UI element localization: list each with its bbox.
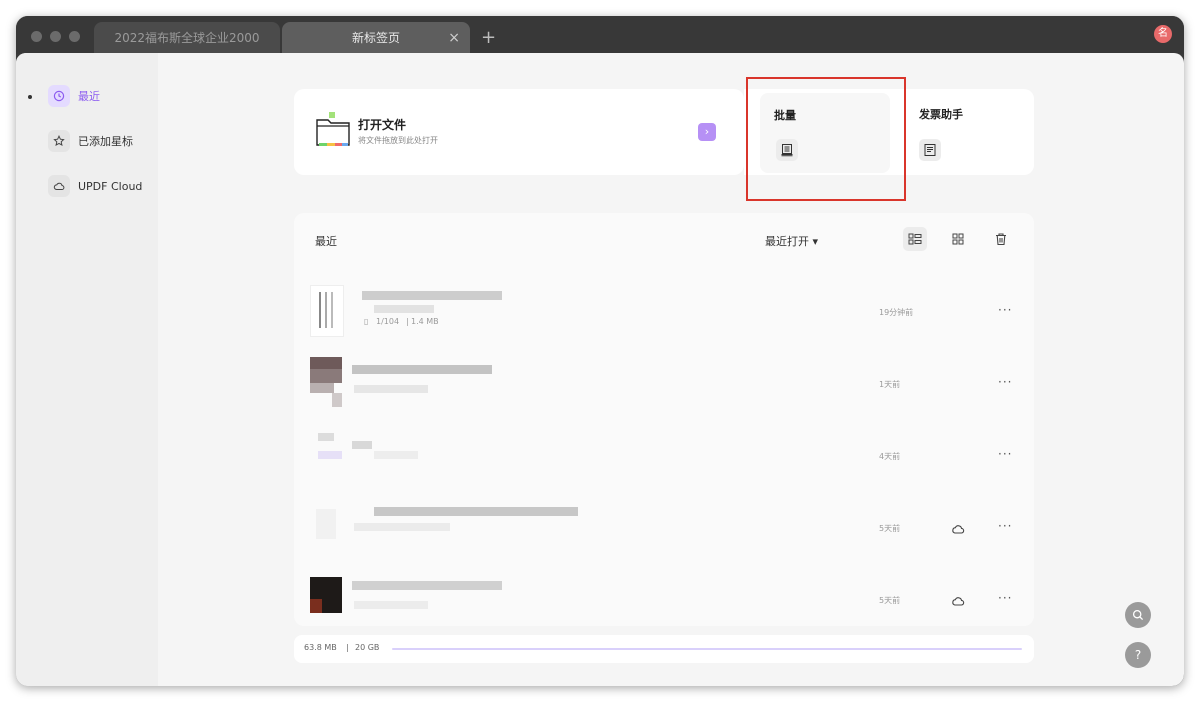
file-path-redacted <box>354 601 428 609</box>
recent-section-title: 最近 <box>315 235 337 248</box>
open-file-subtitle: 将文件拖放到此处打开 <box>358 136 438 145</box>
sort-dropdown[interactable]: 最近打开 ▾ <box>765 233 818 249</box>
storage-usage-bar: 63.8 MB | 20 GB <box>294 635 1034 663</box>
list-item[interactable]: 1天前 ··· <box>294 357 1034 429</box>
file-name-redacted <box>352 441 372 449</box>
close-window-button[interactable] <box>31 31 42 42</box>
storage-progress <box>392 648 1022 650</box>
more-options-button[interactable]: ··· <box>998 591 1012 605</box>
recent-files-panel: 最近 最近打开 ▾ ▯ 1/104 | 1.4 MB 19分钟前 ··· 1天前… <box>294 213 1034 626</box>
sidebar: 最近 已添加星标 UPDF Cloud <box>16 53 158 686</box>
sidebar-item-label: 已添加星标 <box>78 135 133 148</box>
file-thumbnail <box>310 357 342 407</box>
clock-icon <box>48 85 70 107</box>
minimize-window-button[interactable] <box>50 31 61 42</box>
tab-new-tab[interactable]: 新标签页 × <box>282 22 470 54</box>
list-item[interactable]: 4天前 ··· <box>294 429 1034 501</box>
storage-total: 20 GB <box>355 643 380 652</box>
sidebar-item-label: 最近 <box>78 90 100 103</box>
more-options-button[interactable]: ··· <box>998 303 1012 317</box>
cloud-sync-icon[interactable] <box>951 592 965 611</box>
file-name-redacted <box>374 507 578 516</box>
list-item[interactable]: ▯ 1/104 | 1.4 MB 19分钟前 ··· <box>294 285 1034 357</box>
star-icon <box>48 130 70 152</box>
help-button[interactable]: ? <box>1125 642 1151 668</box>
folder-icon <box>316 112 350 152</box>
tab-new-tab-label: 新标签页 <box>351 31 400 45</box>
storage-separator: | <box>346 643 349 652</box>
list-view-icon[interactable] <box>903 227 927 251</box>
file-pages: 1/104 <box>376 317 400 326</box>
cloud-icon <box>48 175 70 197</box>
tab-document[interactable]: 2022福布斯全球企业2000 <box>94 22 280 54</box>
annotation-highlight-box <box>746 77 906 201</box>
file-thumbnail <box>310 429 342 479</box>
open-file-title: 打开文件 <box>358 118 407 132</box>
tab-close-button[interactable]: × <box>448 22 460 54</box>
file-time: 5天前 <box>879 596 901 605</box>
file-time: 1天前 <box>879 380 901 389</box>
sidebar-item-recent[interactable]: 最近 <box>48 84 100 108</box>
file-path-redacted <box>354 523 450 531</box>
file-path-redacted <box>374 305 434 313</box>
file-thumbnail <box>310 573 342 623</box>
file-thumbnail <box>310 285 344 337</box>
file-path-redacted <box>374 451 418 459</box>
file-path-redacted <box>354 385 428 393</box>
sidebar-item-cloud[interactable]: UPDF Cloud <box>48 174 142 198</box>
file-name-redacted <box>352 365 492 374</box>
search-icon[interactable] <box>1125 602 1151 628</box>
trash-icon[interactable] <box>989 227 1013 251</box>
open-file-arrow-button[interactable]: › <box>698 123 716 141</box>
tab-document-label: 2022福布斯全球企业2000 <box>114 31 260 45</box>
file-name-redacted <box>352 581 502 590</box>
zoom-window-button[interactable] <box>69 31 80 42</box>
list-item[interactable]: 5天前 ··· <box>294 501 1034 573</box>
active-indicator <box>28 95 32 99</box>
open-file-card[interactable]: 打开文件 将文件拖放到此处打开 › <box>294 89 744 175</box>
file-size: 1.4 MB <box>411 317 439 326</box>
storage-used: 63.8 MB <box>304 643 337 652</box>
invoice-label[interactable]: 发票助手 <box>919 106 963 122</box>
cloud-sync-icon[interactable] <box>951 520 965 539</box>
title-bar: 2022福布斯全球企业2000 新标签页 × + 名 <box>16 16 1184 54</box>
more-options-button[interactable]: ··· <box>998 375 1012 389</box>
app-window: 2022福布斯全球企业2000 新标签页 × + 名 最近 已添加星标 UPDF… <box>16 16 1184 686</box>
more-options-button[interactable]: ··· <box>998 519 1012 533</box>
file-meta-separator: | <box>406 317 409 326</box>
file-time: 4天前 <box>879 452 901 461</box>
file-thumbnail <box>310 501 342 551</box>
grid-view-icon[interactable] <box>946 227 970 251</box>
file-time: 5天前 <box>879 524 901 533</box>
invoice-document-icon[interactable] <box>919 139 941 161</box>
file-time: 19分钟前 <box>879 308 914 317</box>
file-name-redacted <box>362 291 502 300</box>
avatar[interactable]: 名 <box>1154 25 1172 43</box>
main-content: 最近 已添加星标 UPDF Cloud 打开文件 将文件拖放到此处打开 › 批量… <box>16 53 1184 686</box>
sidebar-item-starred[interactable]: 已添加星标 <box>48 129 133 153</box>
more-options-button[interactable]: ··· <box>998 447 1012 461</box>
add-tab-button[interactable]: + <box>481 24 496 52</box>
sidebar-item-label: UPDF Cloud <box>78 179 143 193</box>
